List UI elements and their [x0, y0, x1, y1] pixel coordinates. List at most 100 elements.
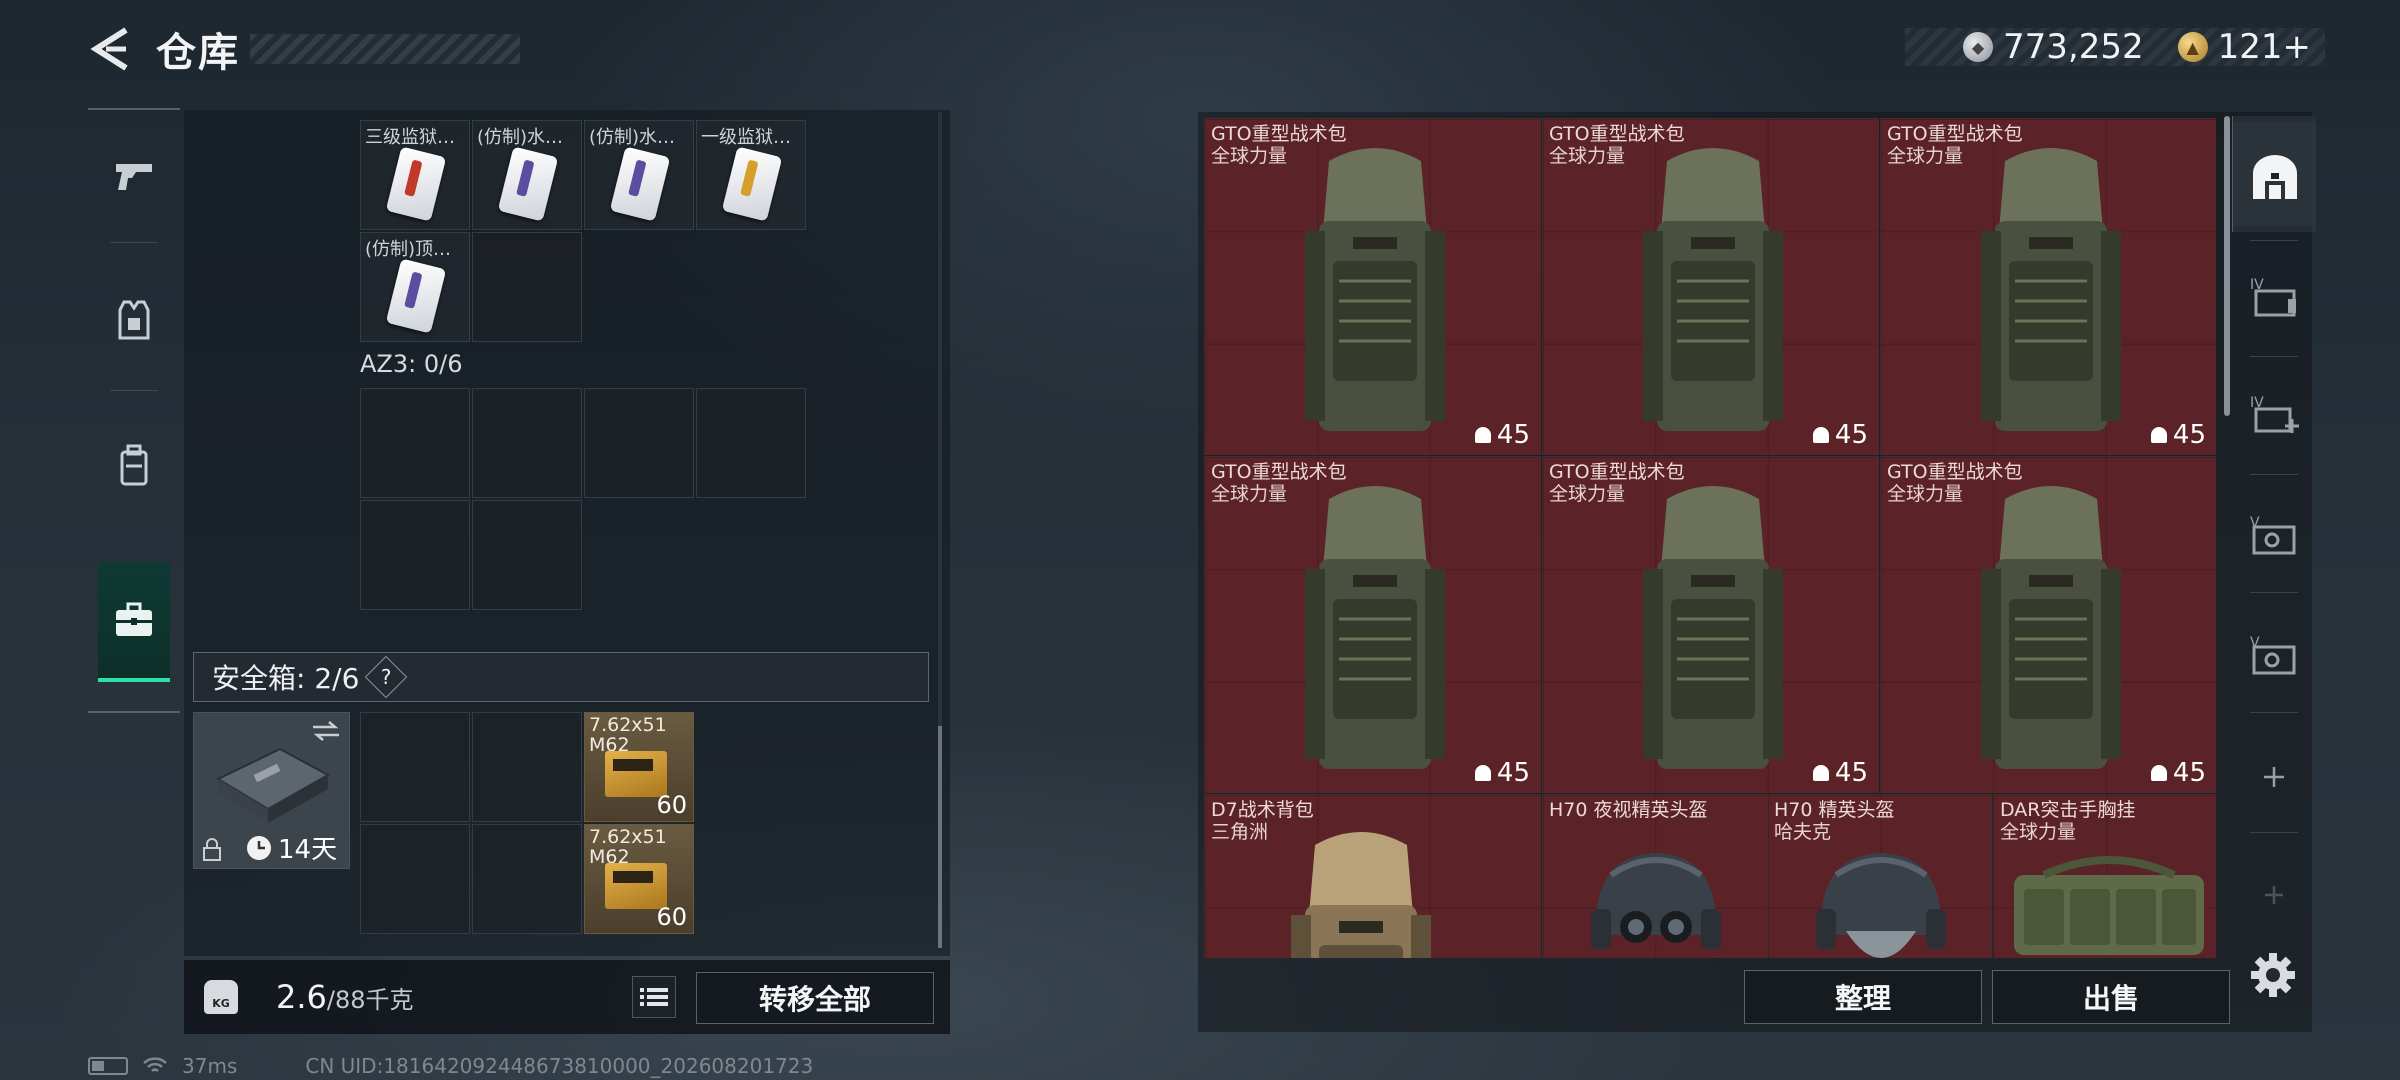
- currency-bar: ◆ 773,252 ▲ 121+: [1905, 27, 2325, 67]
- tab-storage-3[interactable]: V: [2232, 480, 2316, 590]
- storage-locked-icon: V: [2250, 635, 2296, 675]
- silver-coin-icon: ◆: [1963, 32, 1993, 62]
- timer-text: 14天: [278, 835, 338, 865]
- tab-stash-home[interactable]: [2232, 122, 2316, 232]
- stash-item[interactable]: GTO重型战术包 全球力量 45: [1880, 118, 2216, 455]
- swap-icon[interactable]: [311, 719, 341, 743]
- item-label: 一级监狱…: [701, 127, 791, 148]
- clock-icon: [247, 835, 271, 860]
- durability: 45: [2150, 758, 2206, 788]
- warehouse-icon: [2252, 155, 2297, 199]
- back-arrow-icon[interactable]: [86, 24, 132, 74]
- item-label: (仿制)水…: [589, 127, 676, 148]
- empty-slot[interactable]: [360, 824, 470, 934]
- stash-item[interactable]: GTO重型战术包 全球力量 45: [1204, 118, 1541, 455]
- weight-bar: KG 2.6/88千克 转移全部: [184, 960, 950, 1034]
- tab-storage-4[interactable]: V: [2232, 600, 2316, 710]
- item-name: GTO重型战术包 全球力量: [1549, 461, 1685, 505]
- safe-box-capacity: 安全箱: 2/6: [212, 662, 360, 695]
- durability-icon: [1474, 427, 1491, 443]
- rail-item-weapon[interactable]: [88, 116, 180, 236]
- backpack-image: [1981, 486, 2121, 769]
- durability-icon: [2150, 765, 2167, 781]
- empty-slot[interactable]: [584, 388, 694, 498]
- stash-item[interactable]: D7战术背包 三角洲: [1204, 794, 1541, 958]
- safe-grid: 7.62x51 M62 60 7.62x51 M62 60: [360, 712, 700, 938]
- empty-slot[interactable]: [360, 712, 470, 822]
- help-icon[interactable]: ?: [365, 655, 408, 699]
- gold-coin-icon: ▲: [2177, 32, 2208, 62]
- backpack-image: [1291, 832, 1431, 958]
- weight-text: 2.6/88千克: [276, 978, 414, 1016]
- empty-slot[interactable]: [696, 388, 806, 498]
- rail-item-backpack[interactable]: [88, 406, 180, 526]
- stash-scrollbar[interactable]: [2224, 116, 2230, 416]
- list-view-button[interactable]: [632, 976, 676, 1018]
- stash-item[interactable]: GTO重型战术包 全球力量 45: [1542, 456, 1879, 793]
- add-tab-button[interactable]: [2232, 722, 2316, 832]
- durability: 45: [1812, 420, 1868, 450]
- safe-box-header: 安全箱: 2/6 ?: [193, 652, 929, 702]
- durability: 45: [1812, 758, 1868, 788]
- empty-slot[interactable]: [472, 232, 582, 342]
- item-name: GTO重型战术包 全球力量: [1211, 461, 1347, 505]
- status-bar: 37ms CN UID:181642092448673810000_202608…: [88, 1054, 813, 1078]
- page-title: 仓库: [156, 30, 240, 76]
- storage-add-icon: IV: [2250, 395, 2299, 433]
- empty-slot[interactable]: [472, 388, 582, 498]
- tab-storage-1[interactable]: IV: [2232, 242, 2316, 352]
- case-image: [215, 747, 331, 823]
- sort-button[interactable]: 整理: [1744, 970, 1982, 1024]
- durability: 45: [1474, 758, 1530, 788]
- inventory-slot[interactable]: (仿制)水…: [472, 120, 582, 230]
- stash-item[interactable]: H70 精英头盔 哈夫克: [1767, 794, 1992, 958]
- rail-item-case[interactable]: [98, 562, 170, 682]
- storage-folder-icon: IV: [2250, 277, 2296, 317]
- rail-item-armor[interactable]: [88, 260, 180, 380]
- backpack-image: [1643, 148, 1783, 431]
- empty-slot[interactable]: [360, 388, 470, 498]
- vest-icon: [118, 300, 150, 340]
- ammo-item[interactable]: 7.62x51 M62 60: [584, 824, 694, 934]
- item-label: (仿制)顶…: [365, 239, 452, 260]
- backpack-icon: [120, 444, 148, 486]
- durability: 45: [2150, 420, 2206, 450]
- ammo-quantity: 60: [656, 791, 687, 819]
- ping-text: 37ms: [182, 1054, 238, 1078]
- timer: 14天: [246, 829, 337, 866]
- keycard-icon: [609, 146, 671, 222]
- item-name: GTO重型战术包 全球力量: [1211, 123, 1347, 167]
- weight-max: /88千克: [326, 986, 414, 1014]
- settings-gear-icon[interactable]: [2248, 950, 2298, 1000]
- stash-item[interactable]: GTO重型战术包 全球力量 45: [1880, 456, 2216, 793]
- helmet-image: [1816, 853, 1946, 958]
- inventory-slot[interactable]: (仿制)顶…: [360, 232, 470, 342]
- stash-tab-list: IV IV V V: [2232, 116, 2316, 956]
- empty-slot[interactable]: [472, 712, 582, 822]
- sell-button[interactable]: 出售: [1992, 970, 2230, 1024]
- stash-item[interactable]: H70 夜视精英头盔: [1542, 794, 1767, 958]
- container-grid: 三级监狱… (仿制)水… (仿制)水… 一级监狱… (仿制)顶…: [360, 120, 810, 350]
- stash-item[interactable]: DAR突击手胸挂 全球力量: [1993, 794, 2216, 958]
- item-name: DAR突击手胸挂 全球力量: [2000, 799, 2136, 843]
- durability: 45: [1474, 420, 1530, 450]
- inventory-scrollbar[interactable]: [938, 112, 942, 948]
- ammo-item[interactable]: 7.62x51 M62 60: [584, 712, 694, 822]
- ammo-quantity: 60: [656, 903, 687, 931]
- transfer-all-button[interactable]: 转移全部: [696, 972, 934, 1024]
- empty-slot[interactable]: [472, 824, 582, 934]
- empty-slot[interactable]: [472, 500, 582, 610]
- durability-icon: [1812, 765, 1829, 781]
- inventory-slot[interactable]: 一级监狱…: [696, 120, 806, 230]
- tab-storage-2[interactable]: IV: [2232, 360, 2316, 470]
- item-label: (仿制)水…: [477, 127, 564, 148]
- stash-item[interactable]: GTO重型战术包 全球力量 45: [1542, 118, 1879, 455]
- empty-slot[interactable]: [360, 500, 470, 610]
- safe-box-item[interactable]: 14天: [193, 712, 350, 869]
- inventory-slot[interactable]: (仿制)水…: [584, 120, 694, 230]
- gold-amount[interactable]: 121+: [2218, 27, 2311, 67]
- inventory-slot[interactable]: 三级监狱…: [360, 120, 470, 230]
- stash-grid: GTO重型战术包 全球力量 45 GTO重型战术包 全球力量 45 GTO重型战术包 全球…: [1204, 118, 2216, 958]
- stash-item[interactable]: GTO重型战术包 全球力量 45: [1204, 456, 1541, 793]
- plus-icon: [2264, 767, 2284, 787]
